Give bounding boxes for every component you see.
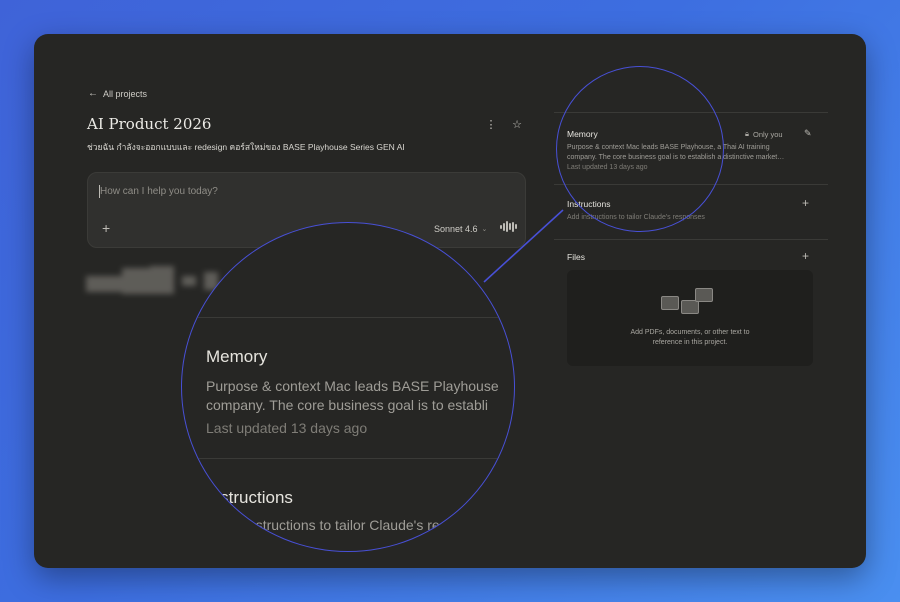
lens-memory-summary: Purpose & context Mac leads BASE Playhou…	[206, 377, 499, 415]
add-instructions-icon[interactable]: +	[802, 196, 809, 210]
files-hint-line-1: Add PDFs, documents, or other text to	[630, 329, 750, 336]
star-icon[interactable]: ☆	[510, 117, 524, 131]
blurred-conversation-list	[86, 262, 226, 302]
all-projects-label: All projects	[103, 88, 148, 99]
add-files-icon[interactable]: +	[802, 249, 809, 263]
documents-icon	[659, 286, 723, 318]
lens-memory-line-1: Purpose & context Mac leads BASE Playhou…	[206, 378, 499, 394]
files-hint: Add PDFs, documents, or other text to re…	[567, 328, 813, 347]
lens-instructions-title: Instructions	[206, 488, 293, 507]
lens-instructions-hint: Add instructions to tailor Claude's re	[216, 517, 440, 533]
visibility-badge: 🔒︎ Only you	[745, 129, 783, 139]
magnifier-lens: Memory Purpose & context Mac leads BASE …	[181, 222, 515, 552]
more-options-icon[interactable]: ⋮	[484, 117, 498, 131]
lock-icon: 🔒︎	[745, 129, 749, 138]
lens-memory-line-2: company. The core business goal is to es…	[206, 397, 488, 413]
lens-memory-updated: Last updated 13 days ago	[206, 420, 368, 436]
files-title: Files	[567, 252, 585, 262]
visibility-label: Only you	[753, 129, 783, 139]
all-projects-link[interactable]: ← All projects	[88, 88, 147, 99]
model-name: Sonnet 4.6	[434, 224, 478, 234]
voice-input-icon[interactable]	[500, 221, 517, 232]
divider	[182, 317, 514, 318]
project-title: AI Product 2026	[87, 115, 212, 133]
edit-pencil-icon[interactable]: ✎	[804, 128, 812, 139]
files-hint-line-2: reference in this project.	[652, 338, 728, 346]
arrow-left-icon: ←	[88, 88, 98, 99]
project-description: ช่วยฉัน กำลังจะออกแบบและ redesign คอร์สใ…	[87, 142, 405, 152]
add-attachment-icon[interactable]: +	[102, 220, 110, 236]
lens-memory-title: Memory	[206, 347, 268, 366]
files-dropzone[interactable]: Add PDFs, documents, or other text to re…	[567, 270, 813, 366]
model-selector[interactable]: Sonnet 4.6 ⌄	[434, 224, 487, 234]
composer-placeholder: How can I help you today?	[100, 186, 218, 197]
chevron-down-icon: ⌄	[481, 226, 488, 233]
divider	[182, 458, 514, 459]
magnifier-focus-ring	[556, 66, 724, 232]
